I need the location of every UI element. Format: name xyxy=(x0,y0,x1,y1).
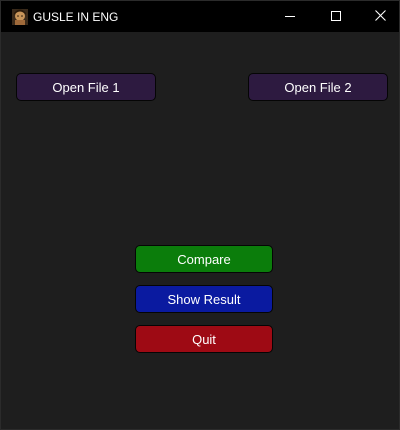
quit-button[interactable]: Quit xyxy=(135,325,273,353)
open-file-2-button[interactable]: Open File 2 xyxy=(248,73,388,101)
window-title: GUSLE IN ENG xyxy=(33,10,119,24)
open-file-1-button[interactable]: Open File 1 xyxy=(16,73,156,101)
maximize-button[interactable] xyxy=(313,1,359,32)
close-button[interactable] xyxy=(357,1,400,32)
compare-button[interactable]: Compare xyxy=(135,245,273,273)
minimize-button[interactable] xyxy=(267,1,313,32)
show-result-button[interactable]: Show Result xyxy=(135,285,273,313)
app-window: GUSLE IN ENG Open File 1 Open File 2 Com… xyxy=(0,0,400,430)
app-icon xyxy=(12,9,28,25)
title-bar[interactable]: GUSLE IN ENG xyxy=(1,1,399,32)
minimize-icon xyxy=(285,8,295,26)
close-icon xyxy=(374,8,386,26)
maximize-icon xyxy=(331,8,341,26)
